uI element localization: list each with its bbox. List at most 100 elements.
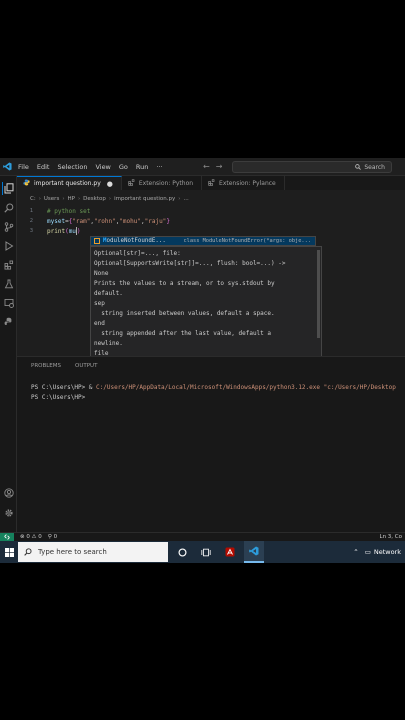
ports-status[interactable]: ⚲ 0 <box>48 534 57 540</box>
class-symbol-icon <box>94 238 100 244</box>
terminal-line: PS C:\Users\HP> <box>31 394 86 401</box>
terminal-command-arg: "c:/Users/HP/Desktop <box>323 384 396 391</box>
error-count: 0 <box>26 534 30 540</box>
bottom-panel: PROBLEMS OUTPUT PS C:\Users\HP> & C:/Use… <box>17 356 405 532</box>
terminal-line: PS C:\Users\HP> & C:/Users/HP/AppData/Lo… <box>31 383 396 393</box>
breadcrumb-item[interactable]: C: <box>30 196 36 202</box>
run-debug-icon[interactable] <box>2 239 15 252</box>
doc-line: None <box>94 270 109 277</box>
doc-line: string inserted between values, default … <box>94 310 275 317</box>
code-string: "mohu" <box>119 217 141 225</box>
breadcrumb-item[interactable]: HP <box>68 196 75 202</box>
autocomplete-item[interactable]: ModuleNotFoundE... class ModuleNotFoundE… <box>91 237 315 245</box>
search-icon <box>355 164 362 170</box>
tab-problems[interactable]: PROBLEMS <box>31 363 61 369</box>
warning-count: 0 <box>38 534 42 540</box>
windows-start-icon[interactable] <box>0 541 18 563</box>
network-icon[interactable]: ▭ <box>365 548 371 556</box>
menu-selection[interactable]: Selection <box>53 163 91 171</box>
doc-line: Optional[SupportsWrite[str]]=..., flush:… <box>94 260 286 267</box>
menu-run[interactable]: Run <box>132 163 152 171</box>
breadcrumb: C: › Users › HP › Desktop › important questi… <box>30 196 189 202</box>
terminal-command-path: C:/Users/HP/AppData/Local/Microsoft/Wind… <box>96 384 320 391</box>
extension-icon <box>128 178 135 188</box>
tab-output[interactable]: OUTPUT <box>75 363 97 369</box>
tab-extension-pylance[interactable]: Extension: Pylance <box>202 176 285 190</box>
suggestion-detail: class ModuleNotFoundError(*args: obje... <box>183 238 311 244</box>
error-icon: ⊗ <box>20 534 25 540</box>
menu-edit[interactable]: Edit <box>33 163 54 171</box>
popup-scrollbar[interactable] <box>317 250 320 338</box>
settings-gear-icon[interactable] <box>2 506 15 519</box>
taskbar-search-placeholder: Type here to search <box>38 548 107 556</box>
extension-icon <box>208 178 215 188</box>
suggestion-label: oduleNotFoundE... <box>106 238 166 244</box>
signature-help-popup: Optional[str]=..., file: Optional[Suppor… <box>90 246 322 369</box>
doc-line: Prints the values to a stream, or to sys… <box>94 280 275 287</box>
taskbar-search-box[interactable]: Type here to search <box>18 542 168 562</box>
code-argument: mu <box>68 227 76 235</box>
search-icon[interactable] <box>2 201 15 214</box>
account-icon[interactable] <box>2 486 15 499</box>
breadcrumb-item[interactable]: Users <box>44 196 59 202</box>
unsaved-dot-icon[interactable]: ● <box>107 180 113 188</box>
source-control-icon[interactable] <box>2 220 15 233</box>
code-comment: # python set <box>47 207 91 215</box>
warning-icon: ⚠ <box>31 534 37 540</box>
breadcrumb-item[interactable]: ... <box>183 196 188 202</box>
doc-line: end <box>94 320 105 327</box>
line-number: 1 <box>29 208 33 214</box>
tab-extension-python[interactable]: Extension: Python <box>122 176 203 190</box>
code-line: 3 print(mu) <box>17 226 397 236</box>
doc-line: newline. <box>94 340 123 347</box>
cortana-icon[interactable] <box>172 541 192 563</box>
line-number: 2 <box>29 218 33 224</box>
explorer-icon[interactable] <box>2 182 15 195</box>
problems-status[interactable]: ⊗ 0 ⚠ 0 <box>20 534 42 540</box>
code-string: "ram" <box>72 217 91 225</box>
tray-chevron-icon[interactable]: ⌃ <box>353 548 358 556</box>
menu-file[interactable]: File <box>14 163 33 171</box>
terminal[interactable]: PS C:\Users\HP> & C:/Users/HP/AppData/Lo… <box>31 383 396 403</box>
code-bracket: ) <box>76 227 81 235</box>
tab-label: important question.py <box>34 180 101 187</box>
cursor-position[interactable]: Ln 3, Co <box>380 534 403 540</box>
autocomplete-list: ModuleNotFoundE... class ModuleNotFoundE… <box>90 236 316 246</box>
tab-label: Extension: Python <box>138 179 194 187</box>
nav-arrows: ←→ <box>203 162 228 171</box>
doc-line: sep <box>94 300 105 307</box>
tab-important-question[interactable]: important question.py ● <box>17 176 122 190</box>
code-function: print <box>47 227 66 235</box>
forward-arrow-icon[interactable]: → <box>216 162 229 171</box>
doc-line: Optional[str]=..., file: <box>94 250 181 257</box>
code-string: "rohn" <box>94 217 116 225</box>
search-label: Search <box>364 163 385 171</box>
menu-go[interactable]: Go <box>115 163 132 171</box>
editor-tabs: important question.py ● Extension: Pytho… <box>17 176 405 190</box>
python-icon[interactable] <box>2 315 15 328</box>
task-view-icon[interactable] <box>196 541 216 563</box>
antenna-icon: ⚲ <box>47 534 52 540</box>
breadcrumb-item[interactable]: Desktop <box>83 196 106 202</box>
testing-icon[interactable] <box>2 277 15 290</box>
code-string: "raju" <box>144 217 167 225</box>
extensions-icon[interactable] <box>2 258 15 271</box>
remote-explorer-icon[interactable] <box>2 296 15 309</box>
menu-more[interactable]: ··· <box>152 163 166 171</box>
windows-taskbar: Type here to search ⌃ ▭ Network <box>0 541 405 563</box>
acrobat-icon[interactable] <box>220 541 240 563</box>
network-label[interactable]: Network <box>374 548 401 556</box>
menu-view[interactable]: View <box>91 163 114 171</box>
vscode-window: File Edit Selection View Go Run ··· ←→ S… <box>0 158 405 563</box>
doc-line: string appended after the last value, de… <box>94 330 272 337</box>
code-line: 1 # python set <box>17 206 397 216</box>
title-bar: File Edit Selection View Go Run ··· ←→ S… <box>0 158 405 176</box>
vscode-logo-icon <box>0 158 14 176</box>
breadcrumb-file[interactable]: important question.py <box>114 196 175 202</box>
code-line: 2 myset ={"ram", "rohn", "mohu", "raju"} <box>17 216 397 226</box>
doc-line: default. <box>94 290 123 297</box>
back-arrow-icon[interactable]: ← <box>203 162 216 171</box>
command-search-box[interactable]: Search <box>232 161 392 173</box>
system-tray: ⌃ ▭ Network <box>353 548 405 556</box>
vscode-taskbar-icon[interactable] <box>244 541 264 563</box>
